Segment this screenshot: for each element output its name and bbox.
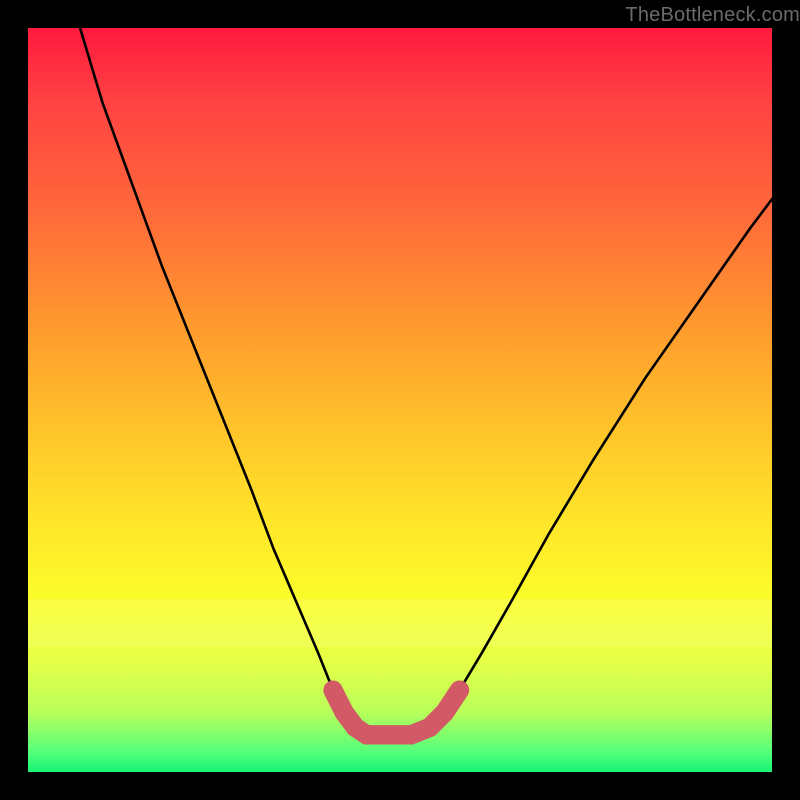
watermark-label: TheBottleneck.com (625, 4, 800, 27)
curve-main (80, 28, 772, 735)
plot-area (28, 28, 772, 772)
curve-band (333, 690, 459, 735)
chart-svg (28, 28, 772, 772)
chart-frame: TheBottleneck.com (0, 0, 800, 800)
